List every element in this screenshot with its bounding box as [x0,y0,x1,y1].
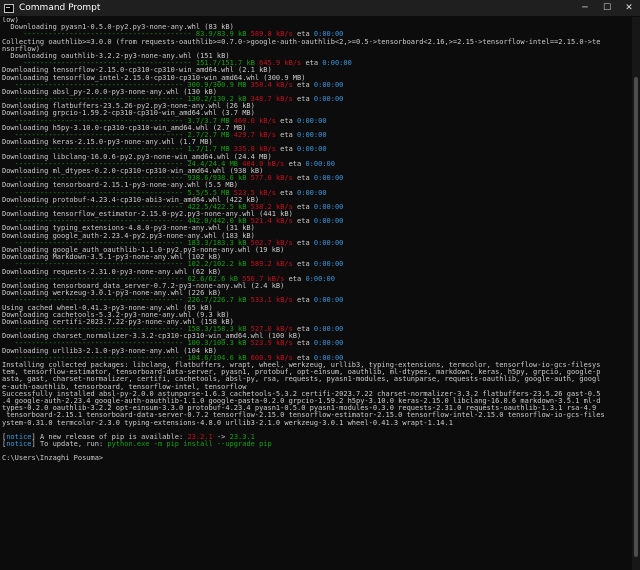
line-segment: 577.0 kB/s [246,174,293,183]
line-segment: 0:00:00 [297,188,327,197]
line-segment: eta [292,217,314,226]
line-segment: 533.1 kB/s [246,296,293,305]
line-segment: 0:00:00 [313,217,344,226]
cmd-icon [4,3,14,13]
line-segment: eta [284,159,306,168]
line-segment: eta [301,59,323,68]
line-segment: 0:00:00 [305,159,335,168]
line-segment: eta [292,339,314,348]
maximize-button[interactable]: ☐ [596,0,618,16]
line-segment: eta [284,274,306,283]
line-segment: eta [275,145,298,154]
line-segment: eta [292,260,314,269]
console-line: Collecting oauthlib>=3.0.0 (from request… [2,37,632,46]
console-line: C:\Users\Inzaghi Posuma> [2,455,632,462]
command-prompt-window: Command Prompt ─ ☐ ✕ low) Downloading py… [0,0,640,570]
line-segment: 0:00:00 [313,339,344,348]
line-segment: 0:00:00 [305,274,335,283]
line-segment: eta [275,131,298,139]
minimize-button[interactable]: ─ [574,0,596,16]
line-segment: 429.7 kB/s [229,131,276,139]
line-segment: notice [6,440,32,449]
line-text: ystem-0.31.0 termcolor-2.3.0 typing-exte… [2,418,453,427]
line-segment: eta [292,174,314,183]
line-segment: 0:00:00 [322,59,352,68]
line-segment: ] To update, run: [31,440,108,449]
line-segment: 0:00:00 [297,116,327,125]
line-segment: 0:00:00 [297,131,327,139]
console-output[interactable]: low) Downloading pyasn1-0.5.0-py2.py3-no… [0,17,632,570]
line-segment: 0:00:00 [297,145,327,154]
window-title: Command Prompt [19,3,101,13]
line-segment: python.exe -m pip install --upgrade pip [107,440,272,449]
line-segment: eta [292,238,314,247]
line-segment: 523.9 kB/s [246,339,293,348]
title-bar[interactable]: Command Prompt ─ ☐ ✕ [0,0,640,16]
line-segment: 589.2 kB/s [246,260,293,269]
close-button[interactable]: ✕ [618,0,640,16]
line-segment: eta [275,116,298,125]
console-line: [notice] To update, run: python.exe -m p… [2,440,632,449]
console-line: ystem-0.31.0 termcolor-2.3.0 typing-exte… [2,418,632,427]
line-segment: eta [292,296,314,305]
line-segment: eta [292,95,314,104]
line-segment: eta [292,202,314,211]
line-segment: eta [292,80,314,89]
line-segment: 0:00:00 [313,260,344,269]
line-segment: eta [275,188,298,197]
line-segment: 0:00:00 [313,202,344,211]
line-segment: 0:00:00 [313,238,344,247]
line-text: C:\Users\Inzaghi Posuma> [2,454,104,463]
line-segment: 0:00:00 [313,95,344,104]
line-segment: 358.4 kB/s [246,80,293,89]
line-segment: 0:00:00 [313,325,344,334]
line-segment: 0:00:00 [313,174,344,183]
line-text: Collecting oauthlib>=3.0.0 (from request… [2,37,601,46]
scrollbar-thumb[interactable] [634,77,638,557]
line-segment: 0:00:00 [313,296,344,305]
line-segment: 0:00:00 [313,80,344,89]
vertical-scrollbar[interactable] [632,17,640,570]
